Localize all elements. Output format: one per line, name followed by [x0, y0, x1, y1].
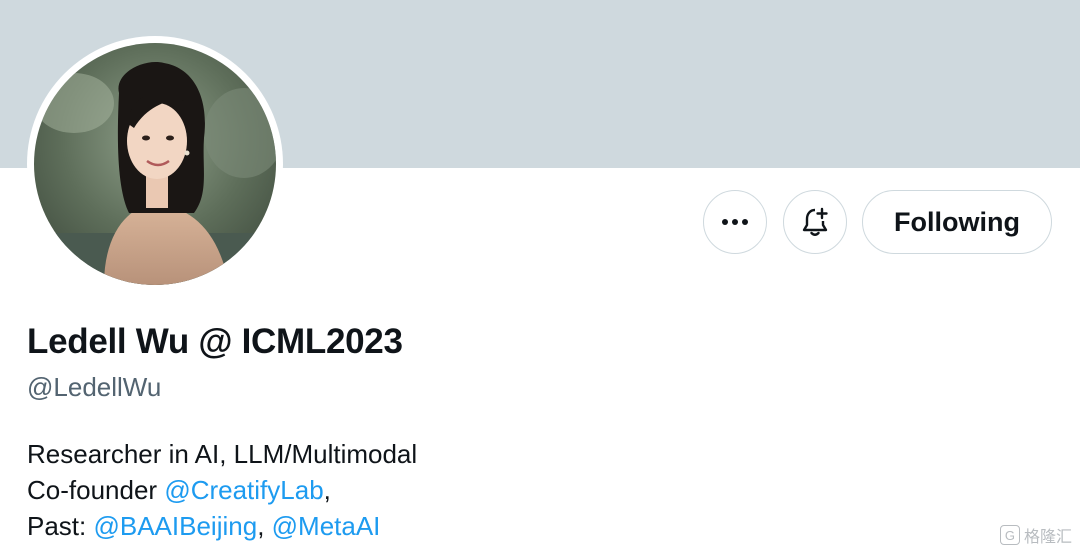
mention-link-creatifylab[interactable]: @CreatifyLab: [164, 475, 323, 505]
bio-text: Past:: [27, 511, 94, 541]
profile-page: Following Ledell Wu @ ICML2023 @LedellWu…: [0, 0, 1080, 553]
bio: Researcher in AI, LLM/Multimodal Co-foun…: [27, 436, 417, 544]
bio-line-3: Past: @BAAIBeijing, @MetaAI: [27, 508, 417, 544]
bio-text: ,: [323, 475, 331, 505]
more-button[interactable]: [703, 190, 767, 254]
watermark: G 格隆汇: [999, 523, 1072, 547]
bio-text: Co-founder: [27, 475, 165, 505]
notifications-button[interactable]: [783, 190, 847, 254]
display-name: Ledell Wu @ ICML2023: [27, 322, 403, 361]
bio-line-1: Researcher in AI, LLM/Multimodal: [27, 436, 417, 472]
profile-actions: Following: [0, 190, 1080, 254]
mention-link-metaai[interactable]: @MetaAI: [272, 511, 381, 541]
bio-text: ,: [257, 511, 272, 541]
following-button[interactable]: Following: [862, 190, 1052, 254]
watermark-logo-icon: G: [999, 525, 1020, 545]
bell-plus-icon: [802, 207, 828, 236]
more-horizontal-icon: [722, 219, 748, 225]
bio-text: Researcher in AI, LLM/Multimodal: [27, 439, 418, 469]
mention-link-baaibeijing[interactable]: @BAAIBeijing: [93, 511, 257, 541]
user-handle: @LedellWu: [27, 372, 162, 402]
watermark-text: 格隆汇: [1023, 529, 1072, 546]
bio-line-2: Co-founder @CreatifyLab,: [27, 472, 417, 508]
